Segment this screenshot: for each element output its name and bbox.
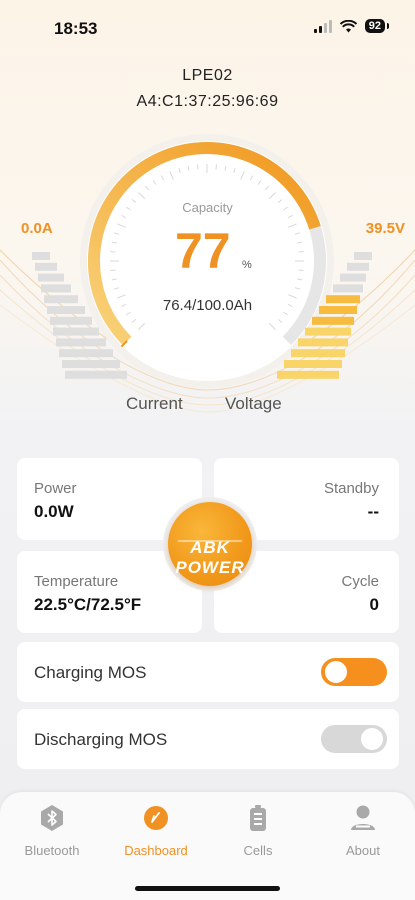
cycle-label: Cycle: [341, 573, 379, 590]
charging-mos-row: Charging MOS: [17, 642, 399, 702]
logo-text: ABK POWER: [175, 538, 245, 577]
tab-dashboard[interactable]: Dashboard: [106, 804, 206, 858]
abk-power-logo: ABK POWER: [168, 502, 252, 586]
standby-value: --: [367, 502, 379, 521]
tab-bluetooth[interactable]: Bluetooth: [2, 804, 102, 858]
power-value: 0.0W: [34, 502, 74, 521]
level-bar: [47, 306, 85, 314]
level-bar: [319, 306, 357, 314]
temperature-value: 22.5°C/72.5°F: [34, 595, 142, 614]
charging-mos-label: Charging MOS: [34, 663, 147, 682]
voltage-label: Voltage: [225, 394, 282, 413]
tab-label: Dashboard: [124, 843, 188, 858]
status-bar: 18:53 92: [0, 0, 415, 54]
battery-indicator: 92: [364, 19, 390, 33]
cellular-signal-icon: [313, 19, 332, 33]
wifi-icon: [339, 19, 357, 32]
level-bar: [326, 295, 360, 304]
level-bar: [35, 262, 57, 271]
home-indicator: [135, 886, 280, 891]
voltage-value: 39.5V: [365, 220, 405, 237]
level-bar: [65, 370, 127, 379]
charging-mos-toggle[interactable]: [321, 658, 387, 686]
device-mac-address: A4:C1:37:25:96:69: [136, 93, 279, 110]
standby-label: Standby: [323, 480, 379, 497]
capacity-unit: %: [242, 259, 252, 271]
current-level-bars: [32, 252, 127, 379]
level-bar: [56, 338, 106, 347]
level-bar: [298, 338, 348, 347]
level-bar: [333, 284, 363, 293]
level-bar: [41, 284, 71, 293]
user-icon: [351, 805, 375, 830]
toggle-knob: [325, 661, 347, 683]
discharging-mos-label: Discharging MOS: [34, 730, 168, 749]
level-bar: [38, 273, 64, 282]
level-bar: [291, 349, 345, 358]
bluetooth-icon: [41, 805, 63, 831]
current-label: Current: [126, 394, 183, 413]
level-bar: [305, 327, 351, 336]
level-bar: [59, 349, 113, 358]
level-bar: [44, 295, 78, 304]
level-bar: [354, 252, 372, 260]
tab-label: Bluetooth: [24, 843, 80, 858]
level-bar: [284, 360, 342, 368]
level-bar: [53, 327, 99, 336]
current-value: 0.0A: [21, 220, 53, 237]
level-bar: [62, 360, 120, 368]
discharging-mos-row: Discharging MOS: [17, 709, 399, 769]
level-bar: [340, 273, 366, 282]
status-time: 18:53: [54, 19, 98, 38]
status-icons: 92: [313, 19, 390, 33]
battery-cells-icon: [250, 805, 266, 831]
tab-label: Cells: [243, 843, 273, 858]
level-bar: [277, 370, 339, 379]
level-bar: [312, 316, 354, 325]
toggle-knob: [361, 728, 383, 750]
discharging-mos-toggle[interactable]: [321, 725, 387, 753]
dashboard-icon: [144, 806, 168, 830]
level-bar: [32, 252, 50, 260]
voltage-level-bars: [277, 252, 372, 379]
tab-label: About: [346, 843, 380, 858]
tab-about[interactable]: About: [313, 804, 413, 858]
cycle-value: 0: [369, 595, 379, 614]
bottom-tab-bar: Bluetooth Dashboard Cells About: [0, 792, 415, 900]
tab-cells[interactable]: Cells: [208, 804, 308, 858]
temperature-label: Temperature: [34, 573, 119, 590]
level-bar: [50, 316, 92, 325]
capacity-label: Capacity: [182, 200, 233, 215]
power-label: Power: [34, 480, 77, 497]
capacity-percent: 77: [175, 223, 231, 279]
device-name: LPE02: [182, 67, 233, 84]
level-bar: [347, 262, 369, 271]
